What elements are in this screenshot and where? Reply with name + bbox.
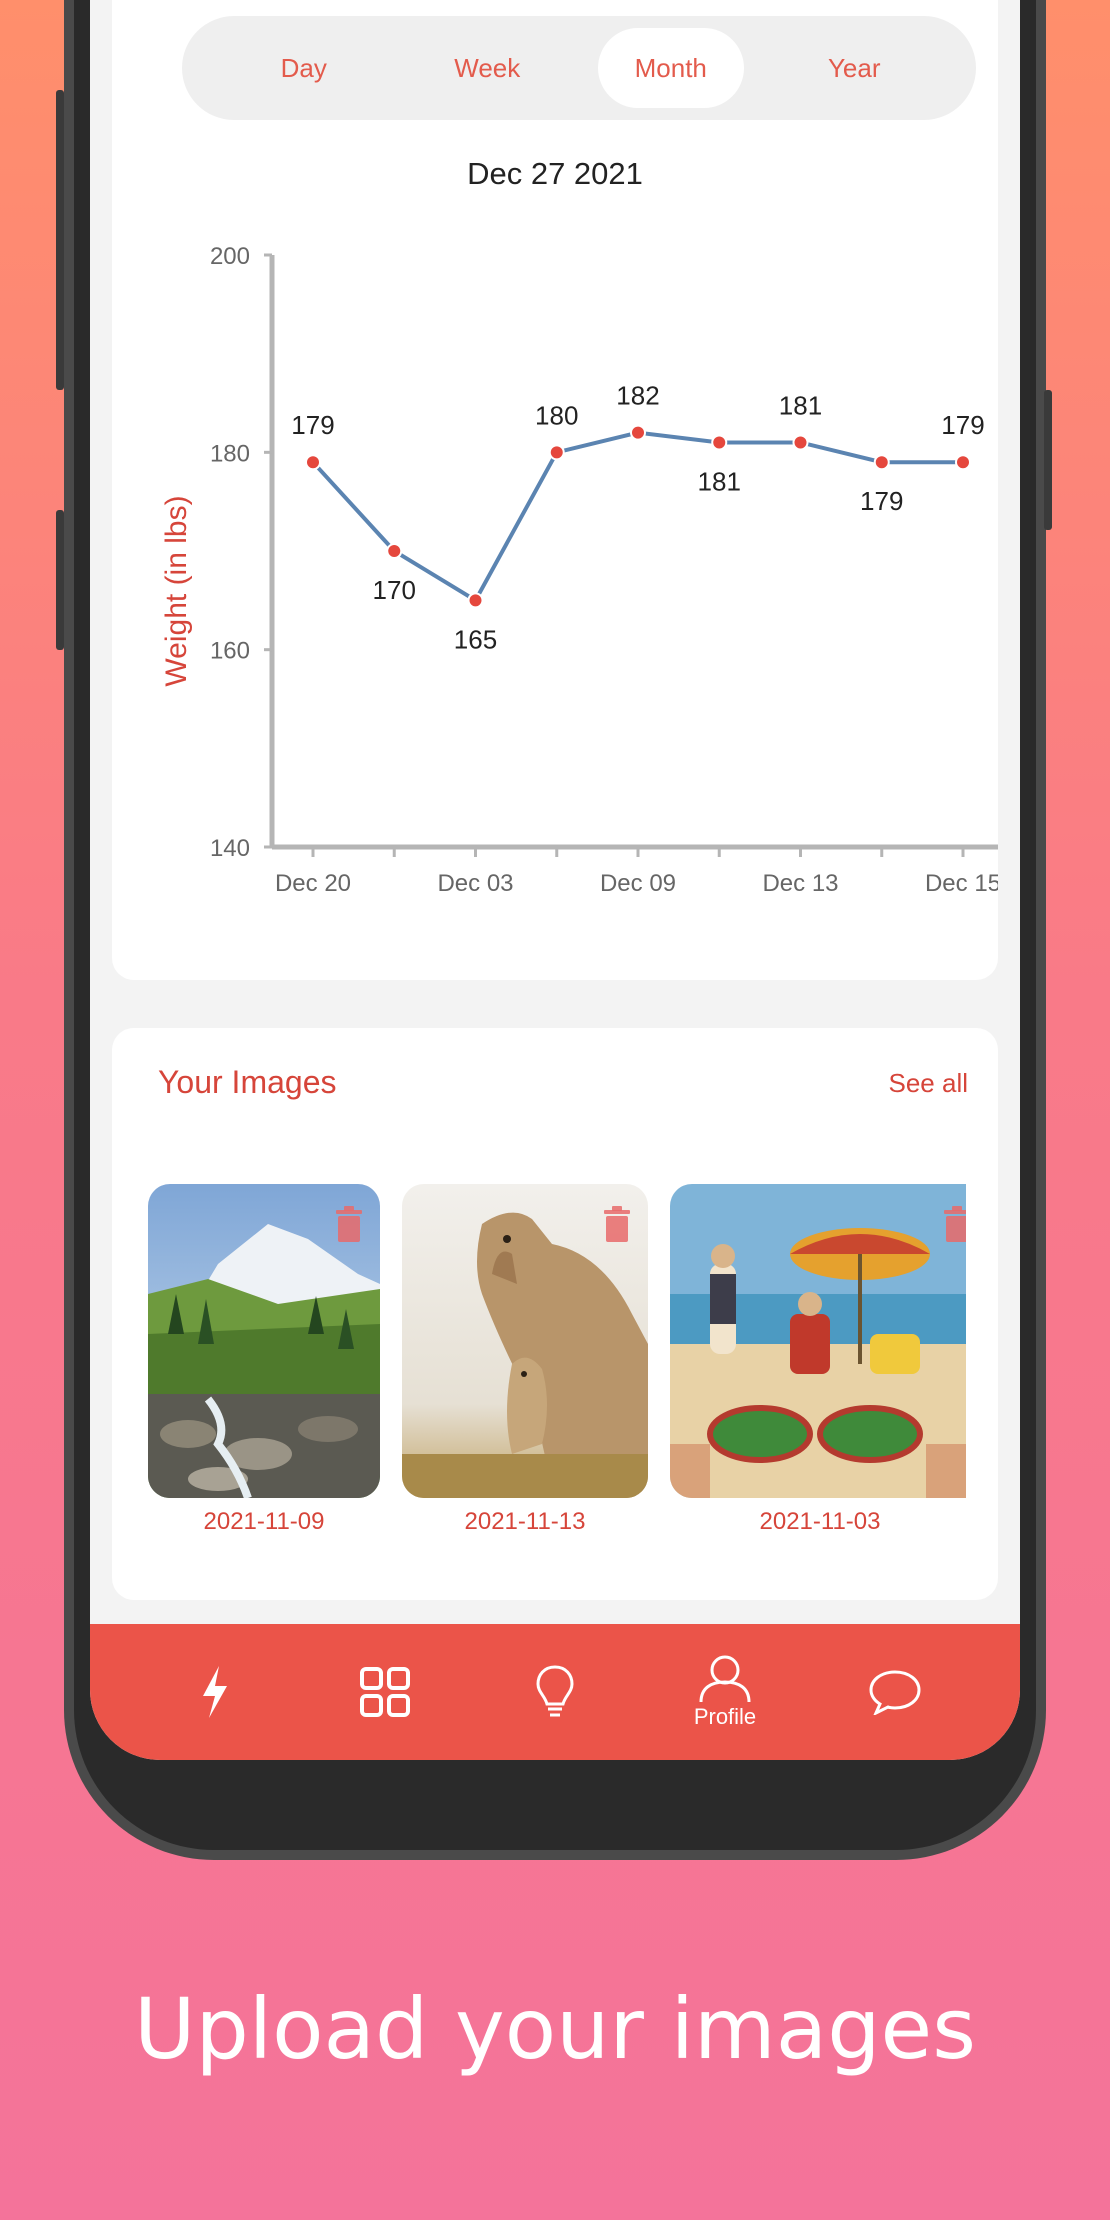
image-date: 2021-11-09 — [203, 1508, 325, 1535]
delete-icon[interactable] — [942, 1206, 966, 1242]
image-thumbnail-beach[interactable] — [670, 1184, 966, 1498]
y-tick-label: 200 — [210, 243, 250, 270]
weight-line-chart: 140 160 180 200 Dec 20 Dec 03 Dec 09 Dec 13 Dec … — [160, 243, 998, 897]
beach-image — [670, 1184, 966, 1498]
data-label: 170 — [373, 575, 416, 605]
data-point — [630, 424, 646, 441]
data-point — [467, 592, 484, 609]
data-label: 181 — [779, 390, 822, 420]
data-label: 180 — [535, 400, 578, 430]
data-point — [711, 434, 728, 451]
delete-icon[interactable] — [334, 1206, 364, 1242]
data-point — [792, 434, 809, 451]
nav-item-dashboard[interactable] — [330, 1666, 440, 1718]
weight-chart-card: Day Week Month Year Dec 27 2021 140 160 18… — [112, 0, 998, 980]
images-card: Your Images See all 2021-11-09 2021-11-1… — [112, 1028, 998, 1600]
data-point — [386, 543, 403, 559]
nav-item-tips[interactable] — [500, 1664, 610, 1720]
delete-icon[interactable] — [602, 1206, 632, 1242]
lightbulb-icon — [536, 1665, 574, 1717]
y-tick-label: 180 — [210, 440, 250, 467]
data-point — [873, 454, 890, 471]
chat-icon — [869, 1670, 921, 1715]
data-label: 179 — [291, 410, 334, 440]
data-point — [548, 444, 565, 461]
x-tick-label: Dec 13 — [762, 870, 838, 897]
x-tick-label: Dec 03 — [437, 870, 513, 897]
image-thumbnail-cougar[interactable] — [402, 1184, 648, 1498]
y-tick-label: 160 — [210, 638, 250, 665]
nav-item-chat[interactable] — [840, 1669, 950, 1715]
y-axis-label: Weight (in lbs) — [160, 495, 193, 686]
promo-caption: Upload your images — [133, 1980, 976, 2078]
data-label: 179 — [860, 486, 903, 516]
data-label: 182 — [616, 381, 659, 411]
y-tick-label: 140 — [210, 835, 250, 862]
grid-icon — [360, 1667, 410, 1717]
app-screen: Day Week Month Year Dec 27 2021 140 160 18… — [90, 0, 1020, 1760]
data-point — [955, 454, 971, 471]
x-tick-label: Dec 15 — [925, 870, 998, 897]
data-label: 181 — [698, 466, 741, 496]
image-thumbnail-mountain[interactable] — [148, 1184, 380, 1498]
nav-label-profile: Profile — [693, 1704, 757, 1729]
profile-icon — [699, 1655, 751, 1703]
nav-item-activity[interactable] — [160, 1664, 270, 1720]
phone-side-button — [56, 510, 64, 650]
bolt-icon — [203, 1666, 227, 1718]
data-label: 179 — [941, 410, 984, 440]
phone-side-button — [56, 90, 64, 390]
see-all-link[interactable]: See all — [889, 1068, 969, 1099]
x-tick-label: Dec 20 — [275, 870, 351, 897]
image-date: 2021-11-03 — [759, 1508, 881, 1535]
image-date: 2021-11-13 — [464, 1508, 586, 1535]
section-title: Your Images — [158, 1064, 337, 1100]
data-label: 165 — [454, 624, 497, 654]
bottom-navigation: Profile — [90, 1624, 1020, 1760]
nav-item-profile[interactable]: Profile — [670, 1654, 780, 1730]
data-point — [305, 454, 321, 471]
x-tick-label: Dec 09 — [600, 870, 676, 897]
phone-side-button — [1044, 390, 1052, 530]
